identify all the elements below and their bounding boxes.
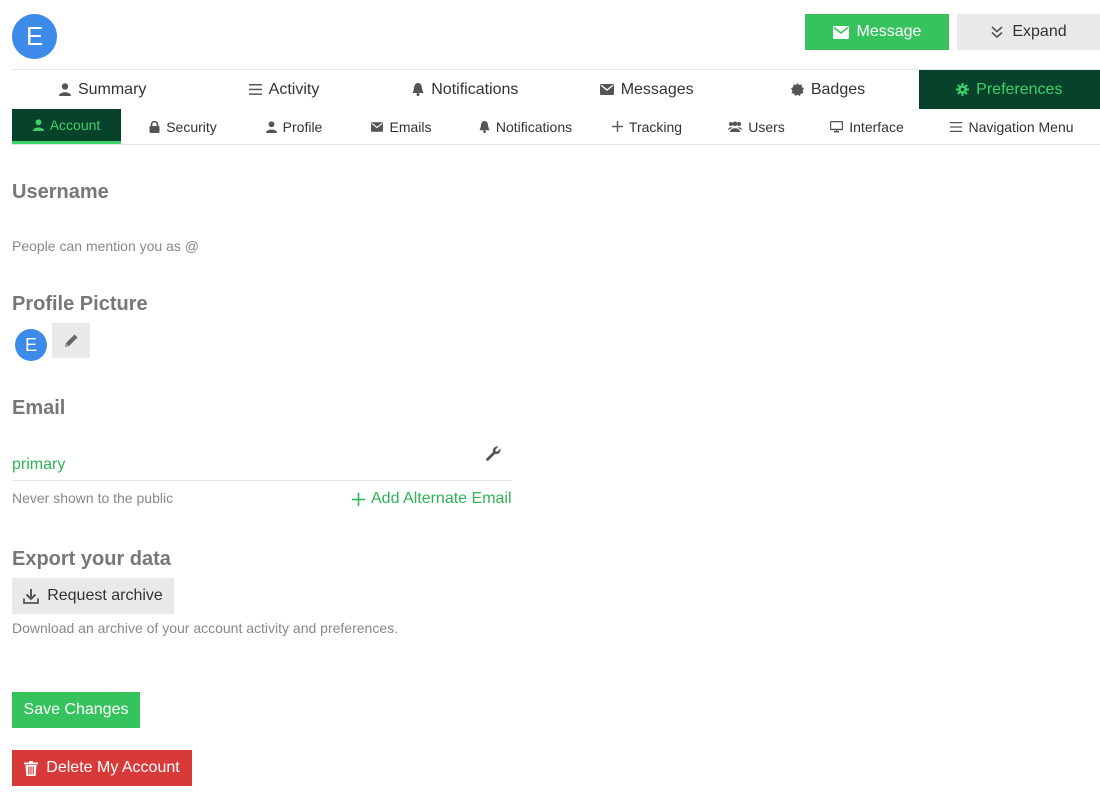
add-alternate-email-label: Add Alternate Email (371, 490, 512, 507)
envelope-icon (371, 121, 384, 132)
badge-icon (790, 83, 804, 96)
gear-icon (956, 83, 970, 96)
tab-messages[interactable]: Messages (556, 70, 737, 109)
tab-badges[interactable]: Badges (737, 70, 918, 109)
download-icon (23, 588, 40, 604)
email-title: Email (12, 397, 66, 419)
profile-header: E Message Expand (0, 0, 1100, 70)
plus-icon (352, 492, 365, 506)
tab-preferences-label: Preferences (976, 80, 1063, 98)
subtab-users[interactable]: Users (703, 109, 810, 144)
tab-summary-label: Summary (77, 80, 147, 98)
secondary-nav: Account Security Profile Emails Notifica… (12, 109, 1100, 145)
profile-avatar: E (15, 329, 47, 361)
primary-nav: Summary Activity Notifications Messages … (12, 69, 1100, 109)
expand-button[interactable]: Expand (957, 14, 1100, 50)
subtab-notifications-label: Notifications (495, 118, 573, 135)
subtab-users-label: Users (748, 118, 785, 135)
subtab-interface[interactable]: Interface (810, 109, 924, 144)
username-title: Username (12, 181, 109, 203)
wrench-icon[interactable] (485, 445, 502, 462)
subtab-navigation-menu[interactable]: Navigation Menu (924, 109, 1100, 144)
subtab-profile-label: Profile (282, 118, 323, 135)
export-title: Export your data (12, 548, 171, 570)
trash-icon (24, 760, 39, 776)
tab-preferences[interactable]: Preferences (918, 70, 1100, 109)
delete-account-label: Delete My Account (46, 759, 180, 776)
subtab-security[interactable]: Security (121, 109, 245, 144)
subtab-account[interactable]: Account (12, 109, 121, 144)
delete-account-button[interactable]: Delete My Account (12, 750, 192, 786)
request-archive-label: Request archive (47, 587, 163, 604)
tab-activity-label: Activity (268, 80, 320, 98)
user-icon (265, 120, 277, 133)
tab-notifications-label: Notifications (431, 80, 519, 98)
subtab-profile[interactable]: Profile (245, 109, 343, 144)
export-description: Download an archive of your account acti… (12, 620, 398, 636)
subtab-notifications[interactable]: Notifications (460, 109, 591, 144)
primary-email-label: primary (12, 456, 66, 473)
monitor-icon (830, 120, 844, 133)
tab-activity[interactable]: Activity (193, 70, 374, 109)
save-changes-button[interactable]: Save Changes (12, 692, 140, 728)
subtab-security-label: Security (166, 118, 217, 135)
user-icon (32, 119, 44, 131)
list-icon (248, 84, 262, 95)
subtab-tracking[interactable]: Tracking (591, 109, 703, 144)
subtab-interface-label: Interface (849, 118, 904, 135)
expand-button-label: Expand (1012, 23, 1067, 40)
user-icon (58, 83, 71, 96)
plus-icon (611, 121, 623, 132)
email-row: primary (12, 440, 512, 481)
edit-avatar-button[interactable] (52, 323, 90, 358)
users-icon (728, 121, 743, 132)
list-icon (950, 121, 963, 132)
lock-icon (149, 120, 160, 133)
tab-messages-label: Messages (620, 80, 694, 98)
envelope-icon (832, 25, 849, 39)
request-archive-button[interactable]: Request archive (12, 578, 174, 614)
subtab-account-label: Account (49, 117, 101, 133)
subtab-emails-label: Emails (389, 118, 432, 135)
tab-badges-label: Badges (810, 80, 866, 98)
email-privacy-note: Never shown to the public (12, 490, 174, 506)
bell-icon (412, 83, 424, 96)
message-button[interactable]: Message (805, 14, 949, 50)
pencil-icon (64, 333, 79, 348)
add-alternate-email-button[interactable]: Add Alternate Email (352, 490, 512, 508)
tab-summary[interactable]: Summary (12, 70, 193, 109)
profile-picture-title: Profile Picture (12, 293, 148, 315)
avatar[interactable]: E (12, 14, 57, 59)
subtab-navigation-menu-label: Navigation Menu (968, 118, 1074, 135)
message-button-label: Message (856, 23, 922, 40)
subtab-tracking-label: Tracking (628, 118, 683, 135)
tab-notifications[interactable]: Notifications (375, 70, 556, 109)
chevrons-down-icon (990, 25, 1004, 39)
subtab-emails[interactable]: Emails (343, 109, 460, 144)
envelope-icon (599, 84, 614, 95)
bell-icon (479, 120, 490, 133)
username-hint: People can mention you as @ (12, 238, 199, 254)
